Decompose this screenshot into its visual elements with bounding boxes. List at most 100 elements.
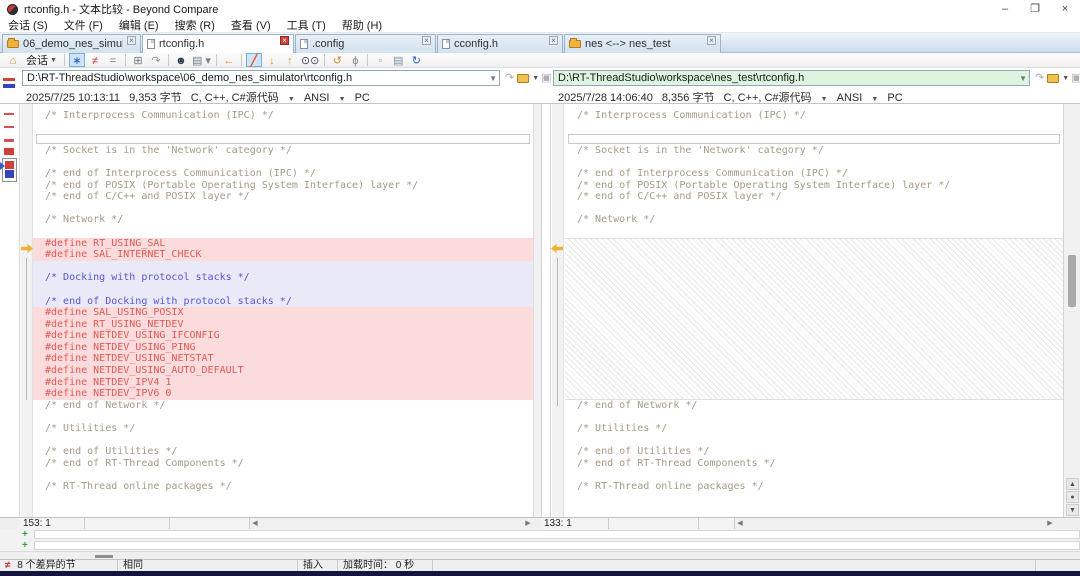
left-diff-map[interactable] — [0, 104, 20, 517]
left-line-detail-input[interactable] — [34, 530, 1080, 539]
menu-bar: 会话 (S) 文件 (F) 编辑 (E) 搜索 (R) 查看 (V) 工具 (T… — [0, 18, 1080, 33]
menu-view[interactable]: 查看 (V) — [223, 17, 279, 33]
code-line-b — [565, 469, 1063, 481]
open-folder-icon[interactable] — [517, 74, 529, 83]
save-file-icon[interactable]: ▣ — [541, 71, 551, 85]
right-horizontal-scrollbar[interactable]: ◀ ▶ — [735, 519, 1055, 529]
browse-back-icon[interactable]: ↷ — [505, 71, 514, 85]
code-line-b — [565, 122, 1063, 134]
pane-footers: 153: 1 ◀ ▶ 133: 1 ◀ ▶ — [0, 517, 1080, 529]
scroll-next-diff-icon[interactable]: ▼ — [1066, 504, 1079, 516]
code-line-c: /* end of C/C++ and POSIX layer */ — [565, 191, 1063, 203]
scrollbar-thumb[interactable] — [1068, 255, 1076, 307]
show-same-icon[interactable]: = — [105, 53, 121, 67]
home-icon[interactable]: ⌂ — [5, 53, 21, 67]
right-diff-map[interactable] — [541, 104, 551, 517]
refresh-icon[interactable]: ↻ — [408, 53, 424, 67]
layout-icon[interactable]: ▤ — [390, 53, 406, 67]
filters-icon[interactable]: ϕ — [347, 53, 363, 67]
tab-close-icon[interactable]: × — [422, 36, 431, 45]
minimize-button[interactable]: – — [990, 1, 1020, 18]
tab-close-icon[interactable]: × — [127, 36, 136, 45]
code-line-c: /* end of Utilities */ — [33, 446, 533, 458]
left-vertical-scrollbar[interactable] — [533, 104, 541, 517]
close-button[interactable]: × — [1050, 1, 1080, 18]
alignment-marker-icon — [3, 78, 15, 88]
tab-cconfig[interactable]: cconfig.h × — [437, 34, 563, 53]
chevron-down-icon[interactable]: ▼ — [871, 96, 878, 103]
copy-to-left-icon[interactable]: ← — [221, 53, 237, 67]
code-line-c: /* end of RT-Thread Components */ — [33, 458, 533, 470]
left-file-format[interactable]: C, C++, C#源代码 — [191, 92, 279, 104]
menu-session[interactable]: 会话 (S) — [0, 17, 56, 33]
session-save-icon[interactable]: ↺ — [329, 53, 345, 67]
tab-close-icon[interactable]: × — [280, 36, 289, 45]
code-line-c: /* Interprocess Communication (IPC) */ — [565, 110, 1063, 122]
code-line-c: /* Utilities */ — [565, 423, 1063, 435]
swap-sides-icon[interactable]: ↷ — [148, 53, 164, 67]
scroll-right-icon[interactable]: ▶ — [523, 519, 533, 529]
diff-sections-icon[interactable]: ⊞ — [130, 53, 146, 67]
path-row: D:\RT-ThreadStudio\workspace\06_demo_nes… — [0, 68, 1080, 88]
tab-config[interactable]: .config × — [295, 34, 436, 53]
chevron-down-icon[interactable]: ▼ — [288, 96, 295, 103]
edit-mode-icon[interactable]: ╱ — [246, 53, 262, 67]
panel-splitter[interactable] — [0, 551, 1080, 559]
left-code-pane[interactable]: /* Interprocess Communication (IPC) */ /… — [33, 104, 533, 517]
tab-close-icon[interactable]: × — [549, 36, 558, 45]
right-vertical-scrollbar[interactable]: ▲ ● ▼ — [1063, 104, 1080, 517]
chevron-down-icon[interactable]: ▼ — [1062, 75, 1069, 82]
menu-file[interactable]: 文件 (F) — [56, 17, 111, 33]
show-all-icon[interactable]: ∗ — [69, 53, 85, 67]
right-file-size: 8,356 字节 — [662, 92, 715, 104]
right-code-pane[interactable]: /* Interprocess Communication (IPC) */ /… — [565, 104, 1063, 517]
left-file-encoding[interactable]: ANSI — [304, 92, 330, 104]
menu-tools[interactable]: 工具 (T) — [279, 17, 334, 33]
scroll-left-icon[interactable]: ◀ — [735, 519, 745, 529]
code-line-c: /* Socket is in the 'Network' category *… — [565, 145, 1063, 157]
code-line-b — [565, 435, 1063, 447]
right-line-detail-input[interactable] — [34, 541, 1080, 550]
restore-button[interactable]: ❐ — [1020, 1, 1050, 18]
save-file-icon[interactable]: ▣ — [1071, 71, 1080, 85]
tab-nes-session[interactable]: nes <--> nes_test × — [564, 34, 721, 53]
right-file-encoding[interactable]: ANSI — [837, 92, 863, 104]
chevron-down-icon[interactable]: ▼ — [1019, 72, 1027, 86]
chevron-down-icon[interactable]: ▼ — [532, 75, 539, 82]
code-line-c: /* end of Interprocess Communication (IP… — [33, 168, 533, 180]
find-icon[interactable]: ⊙⊙ — [300, 53, 320, 67]
browse-back-icon[interactable]: ↷ — [1035, 71, 1044, 85]
chevron-down-icon[interactable]: ▼ — [821, 96, 828, 103]
next-difference-icon[interactable]: ↓ — [264, 53, 280, 67]
scroll-center-icon[interactable]: ● — [1066, 491, 1079, 503]
left-horizontal-scrollbar[interactable]: ◀ ▶ — [250, 519, 533, 529]
format-icon[interactable]: ▤ ▾ — [191, 53, 212, 67]
splitter-handle[interactable] — [95, 555, 113, 558]
tab-home-session[interactable]: 06_demo_nes_simulator <... × — [2, 34, 141, 53]
code-line-d: #define NETDEV_USING_PING — [33, 342, 533, 354]
rules-icon[interactable]: ☻ — [173, 53, 189, 67]
menu-search[interactable]: 搜索 (R) — [167, 17, 223, 33]
scroll-prev-diff-icon[interactable]: ▲ — [1066, 478, 1079, 490]
chevron-down-icon[interactable]: ▼ — [339, 96, 346, 103]
open-folder-icon[interactable] — [1047, 74, 1059, 83]
tab-close-icon[interactable]: × — [707, 36, 716, 45]
previous-difference-icon[interactable]: ↑ — [282, 53, 298, 67]
menu-edit[interactable]: 编辑 (E) — [111, 17, 167, 33]
left-path-input[interactable]: D:\RT-ThreadStudio\workspace\06_demo_nes… — [22, 70, 500, 86]
code-line-d: #define RT_USING_SAL — [33, 238, 533, 250]
diff-section-line — [557, 258, 558, 406]
pane-toggle-icon[interactable]: ▫ — [372, 53, 388, 67]
tab-rtconfig[interactable]: rtconfig.h × — [142, 34, 294, 53]
show-differences-icon[interactable]: ≠ — [87, 53, 103, 67]
session-menu-button[interactable]: 会话 ▼ — [22, 52, 61, 68]
right-file-modified: 2025/7/28 14:06:40 — [558, 92, 653, 104]
right-path-input[interactable]: D:\RT-ThreadStudio\workspace\nes_test\rt… — [553, 70, 1030, 86]
menu-help[interactable]: 帮助 (H) — [334, 17, 390, 33]
scroll-right-icon[interactable]: ▶ — [1045, 519, 1055, 529]
chevron-down-icon[interactable]: ▼ — [489, 72, 497, 86]
left-gutter — [21, 104, 33, 517]
right-file-format[interactable]: C, C++, C#源代码 — [724, 92, 812, 104]
diff-sections-count: 8 个差异的节 — [17, 560, 75, 571]
scroll-left-icon[interactable]: ◀ — [250, 519, 260, 529]
